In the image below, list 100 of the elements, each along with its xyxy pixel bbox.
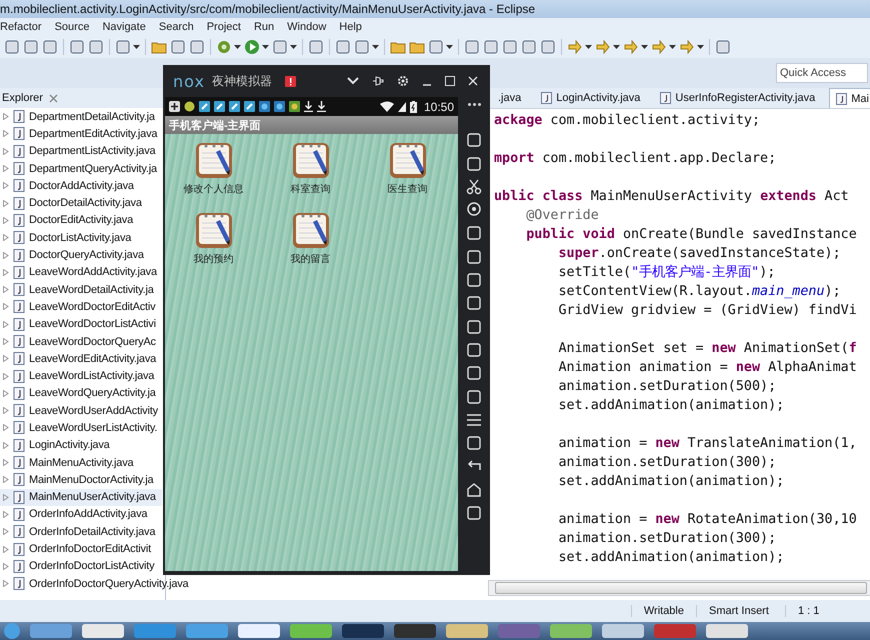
editor-tab[interactable]: Mai [829,88,870,108]
expand-arrow-icon[interactable] [3,252,9,259]
expand-arrow-icon[interactable] [3,234,9,242]
file-item[interactable]: DepartmentEditActivity.java [0,125,162,143]
file-item[interactable]: OrderInfoDoctorEditActivit [0,540,162,558]
expand-arrow-icon[interactable] [3,372,9,380]
expand-arrow-icon[interactable] [3,580,9,588]
chevron-down-icon[interactable] [347,77,359,85]
start-button[interactable] [4,623,20,639]
file-item[interactable]: MainMenuActivity.java [0,454,162,472]
file-item[interactable]: DepartmentDetailActivity.ja [0,108,162,126]
expand-arrow-icon[interactable] [3,338,9,345]
expand-arrow-icon[interactable] [3,407,9,414]
caret-icon[interactable] [234,45,241,49]
menu-item[interactable]: Project [206,21,241,33]
file-item[interactable]: DepartmentQueryActivity.ja [0,160,162,178]
file-item[interactable]: DoctorDetailActivity.java [0,194,162,212]
expand-arrow-icon[interactable] [3,320,9,328]
file-item[interactable]: LeaveWordDetailActivity.ja [0,280,162,298]
file-item[interactable]: DoctorQueryActivity.java [0,246,162,264]
expand-arrow-icon[interactable] [3,510,9,518]
alert-icon[interactable] [284,76,296,86]
file-item[interactable]: OrderInfoDoctorQueryActivity.java [0,575,188,592]
file-item[interactable]: LeaveWordAddActivity.java [0,264,162,281]
file-item[interactable]: LeaveWordUserAddActivity [0,402,162,420]
quick-access-field[interactable]: Quick Access [776,63,868,83]
expand-arrow-icon[interactable] [3,528,9,536]
expand-arrow-icon[interactable] [3,130,9,138]
caret-icon[interactable] [290,45,297,49]
file-item[interactable]: LeaveWordListActivity.java [0,367,162,385]
file-item[interactable]: LeaveWordDoctorEditActiv [0,298,162,316]
location-icon[interactable] [466,202,482,218]
explorer-tab[interactable]: Explorer [2,92,43,104]
file-item[interactable]: MainMenuDoctorActivity.ja [0,471,162,489]
menu-item[interactable]: Navigate [102,21,146,33]
status-time: 10:50 [424,100,454,114]
caret-icon[interactable] [133,45,140,49]
file-item[interactable]: DepartmentListActivity.java [0,142,162,160]
more-icon[interactable] [468,103,480,107]
expand-arrow-icon[interactable] [3,182,9,190]
menu-item[interactable]: Refactor [0,21,42,33]
caret-icon[interactable] [372,45,379,49]
file-item[interactable]: OrderInfoDetailActivity.java [0,523,162,540]
file-item[interactable]: OrderInfoAddActivity.java [0,506,162,524]
maximize-icon[interactable] [445,76,455,86]
expand-arrow-icon[interactable] [3,113,9,120]
expand-arrow-icon[interactable] [3,562,9,570]
menu-tile[interactable]: 我的预约 [165,210,262,266]
menu-item[interactable]: Source [54,21,90,33]
settings-icon[interactable] [397,75,409,87]
file-item[interactable]: DoctorEditActivity.java [0,212,162,230]
menu-item[interactable]: Window [287,21,326,33]
editor-tab[interactable]: .java [492,88,532,108]
expand-arrow-icon[interactable] [3,424,9,432]
file-item[interactable]: LeaveWordUserListActivity. [0,419,162,437]
menu-tile[interactable]: 科室查询 [262,140,359,196]
expand-arrow-icon[interactable] [3,216,9,224]
expand-arrow-icon[interactable] [3,200,9,207]
expand-arrow-icon[interactable] [3,148,9,155]
status-field: Smart Insert [696,605,785,617]
expand-arrow-icon[interactable] [3,442,9,449]
home-icon[interactable] [466,482,482,498]
horizontal-scrollbar[interactable] [488,580,870,596]
file-item[interactable]: LeaveWordEditActivity.java [0,350,162,368]
menu-tile[interactable]: 医生查询 [359,140,456,196]
editor-tab[interactable]: LoginActivity.java [535,88,650,108]
menu-item[interactable]: Run [254,21,274,33]
file-item[interactable]: LeaveWordDoctorQueryAc [0,332,162,350]
menu-icon[interactable] [466,412,482,428]
menu-item[interactable]: Search [158,21,194,33]
expand-arrow-icon[interactable] [3,355,9,362]
caret-icon[interactable] [585,45,592,49]
caret-icon[interactable] [613,45,620,49]
caret-icon[interactable] [262,45,269,49]
expand-arrow-icon[interactable] [3,494,9,501]
expand-arrow-icon[interactable] [3,286,9,294]
expand-arrow-icon[interactable] [3,390,9,397]
caret-icon[interactable] [641,45,648,49]
editor-tab[interactable]: UserInfoRegisterActivity.java [654,88,826,108]
file-item[interactable]: LeaveWordDoctorListActivi [0,316,162,333]
file-item[interactable]: LoginActivity.java [0,436,162,454]
expand-arrow-icon[interactable] [3,268,9,276]
menu-tile[interactable]: 修改个人信息 [165,140,262,196]
file-item[interactable]: DoctorAddActivity.java [0,177,162,194]
expand-arrow-icon[interactable] [3,459,9,466]
file-item[interactable]: DoctorListActivity.java [0,229,162,246]
expand-arrow-icon[interactable] [3,546,9,553]
expand-arrow-icon[interactable] [3,303,9,310]
caret-icon[interactable] [697,45,704,49]
caret-icon[interactable] [446,45,453,49]
menu-item[interactable]: Help [339,21,362,33]
caret-icon[interactable] [669,45,676,49]
expand-arrow-icon[interactable] [3,165,9,172]
scissors-icon[interactable] [466,178,482,195]
file-item[interactable]: OrderInfoDoctorListActivity [0,558,162,576]
file-item[interactable]: LeaveWordQueryActivity.ja [0,384,162,402]
file-item[interactable]: MainMenuUserActivity.java [0,488,162,506]
menu-tile[interactable]: 我的留言 [262,210,359,266]
expand-arrow-icon[interactable] [3,476,9,484]
play-icon[interactable] [244,39,260,55]
